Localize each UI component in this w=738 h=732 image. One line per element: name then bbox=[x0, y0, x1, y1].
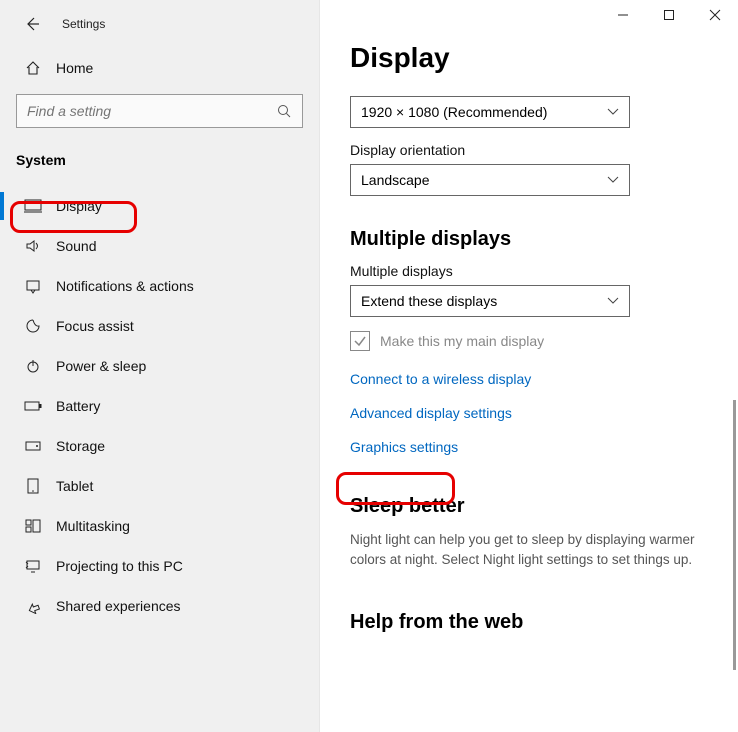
sidebar-item-shared[interactable]: Shared experiences bbox=[0, 586, 319, 626]
sidebar-item-label: Battery bbox=[56, 398, 100, 414]
maximize-button[interactable] bbox=[646, 0, 692, 30]
sidebar-item-battery[interactable]: Battery bbox=[0, 386, 319, 426]
main-content: Display 1920 × 1080 (Recommended) Displa… bbox=[320, 0, 738, 732]
sidebar-item-label: Projecting to this PC bbox=[56, 558, 183, 574]
dropdown-value: Extend these displays bbox=[361, 293, 497, 309]
orientation-dropdown[interactable]: Landscape bbox=[350, 164, 630, 196]
focus-icon bbox=[22, 318, 44, 334]
main-display-checkbox: Make this my main display bbox=[350, 331, 738, 351]
orientation-label: Display orientation bbox=[350, 142, 738, 158]
battery-icon bbox=[22, 400, 44, 412]
window-title: Settings bbox=[62, 17, 105, 31]
scrollbar[interactable] bbox=[733, 400, 736, 670]
sidebar-item-sound[interactable]: Sound bbox=[0, 226, 319, 266]
home-nav[interactable]: Home bbox=[0, 50, 319, 86]
sidebar-item-label: Multitasking bbox=[56, 518, 130, 534]
checkbox-label: Make this my main display bbox=[380, 333, 544, 349]
window-controls bbox=[600, 0, 738, 30]
sidebar-item-label: Tablet bbox=[56, 478, 93, 494]
sidebar-item-label: Notifications & actions bbox=[56, 278, 194, 294]
search-input[interactable] bbox=[27, 103, 276, 119]
multiple-displays-dropdown[interactable]: Extend these displays bbox=[350, 285, 630, 317]
notifications-icon bbox=[22, 278, 44, 294]
home-label: Home bbox=[56, 60, 93, 76]
link-wireless-display[interactable]: Connect to a wireless display bbox=[350, 371, 531, 387]
display-icon bbox=[22, 199, 44, 213]
sidebar-item-projecting[interactable]: Projecting to this PC bbox=[0, 546, 319, 586]
sidebar-item-power[interactable]: Power & sleep bbox=[0, 346, 319, 386]
sidebar-item-label: Storage bbox=[56, 438, 105, 454]
sidebar-item-focus[interactable]: Focus assist bbox=[0, 306, 319, 346]
sleep-better-description: Night light can help you get to sleep by… bbox=[350, 530, 720, 571]
link-advanced-display[interactable]: Advanced display settings bbox=[350, 405, 512, 421]
sleep-better-heading: Sleep better bbox=[350, 495, 738, 518]
checkbox-icon bbox=[350, 331, 370, 351]
sidebar: Settings Home System Display Sound bbox=[0, 0, 320, 732]
sidebar-item-display[interactable]: Display bbox=[0, 186, 319, 226]
chevron-down-icon bbox=[607, 297, 619, 305]
home-icon bbox=[22, 60, 44, 76]
minimize-button[interactable] bbox=[600, 0, 646, 30]
titlebar: Settings bbox=[0, 8, 319, 48]
search-icon bbox=[276, 103, 292, 119]
dropdown-value: Landscape bbox=[361, 172, 430, 188]
sidebar-item-multitasking[interactable]: Multitasking bbox=[0, 506, 319, 546]
section-label: System bbox=[0, 136, 319, 186]
sound-icon bbox=[22, 238, 44, 254]
chevron-down-icon bbox=[607, 176, 619, 184]
dropdown-value: 1920 × 1080 (Recommended) bbox=[361, 104, 547, 120]
sidebar-item-label: Power & sleep bbox=[56, 358, 146, 374]
resolution-dropdown[interactable]: 1920 × 1080 (Recommended) bbox=[350, 96, 630, 128]
multiple-displays-label: Multiple displays bbox=[350, 263, 738, 279]
multiple-displays-heading: Multiple displays bbox=[350, 228, 738, 251]
page-title: Display bbox=[350, 42, 738, 74]
tablet-icon bbox=[22, 478, 44, 494]
close-button[interactable] bbox=[692, 0, 738, 30]
sidebar-item-label: Display bbox=[56, 198, 102, 214]
nav-list: Display Sound Notifications & actions Fo… bbox=[0, 186, 319, 626]
sidebar-item-storage[interactable]: Storage bbox=[0, 426, 319, 466]
storage-icon bbox=[22, 440, 44, 452]
sidebar-item-tablet[interactable]: Tablet bbox=[0, 466, 319, 506]
sidebar-item-label: Focus assist bbox=[56, 318, 134, 334]
sidebar-item-notifications[interactable]: Notifications & actions bbox=[0, 266, 319, 306]
multitasking-icon bbox=[22, 519, 44, 533]
sidebar-item-label: Sound bbox=[56, 238, 96, 254]
projecting-icon bbox=[22, 559, 44, 573]
help-heading: Help from the web bbox=[350, 611, 738, 634]
search-box[interactable] bbox=[16, 94, 303, 128]
link-graphics-settings[interactable]: Graphics settings bbox=[350, 439, 458, 455]
chevron-down-icon bbox=[607, 108, 619, 116]
shared-icon bbox=[22, 598, 44, 614]
back-arrow-icon[interactable] bbox=[22, 14, 42, 34]
power-icon bbox=[22, 358, 44, 374]
sidebar-item-label: Shared experiences bbox=[56, 598, 181, 614]
